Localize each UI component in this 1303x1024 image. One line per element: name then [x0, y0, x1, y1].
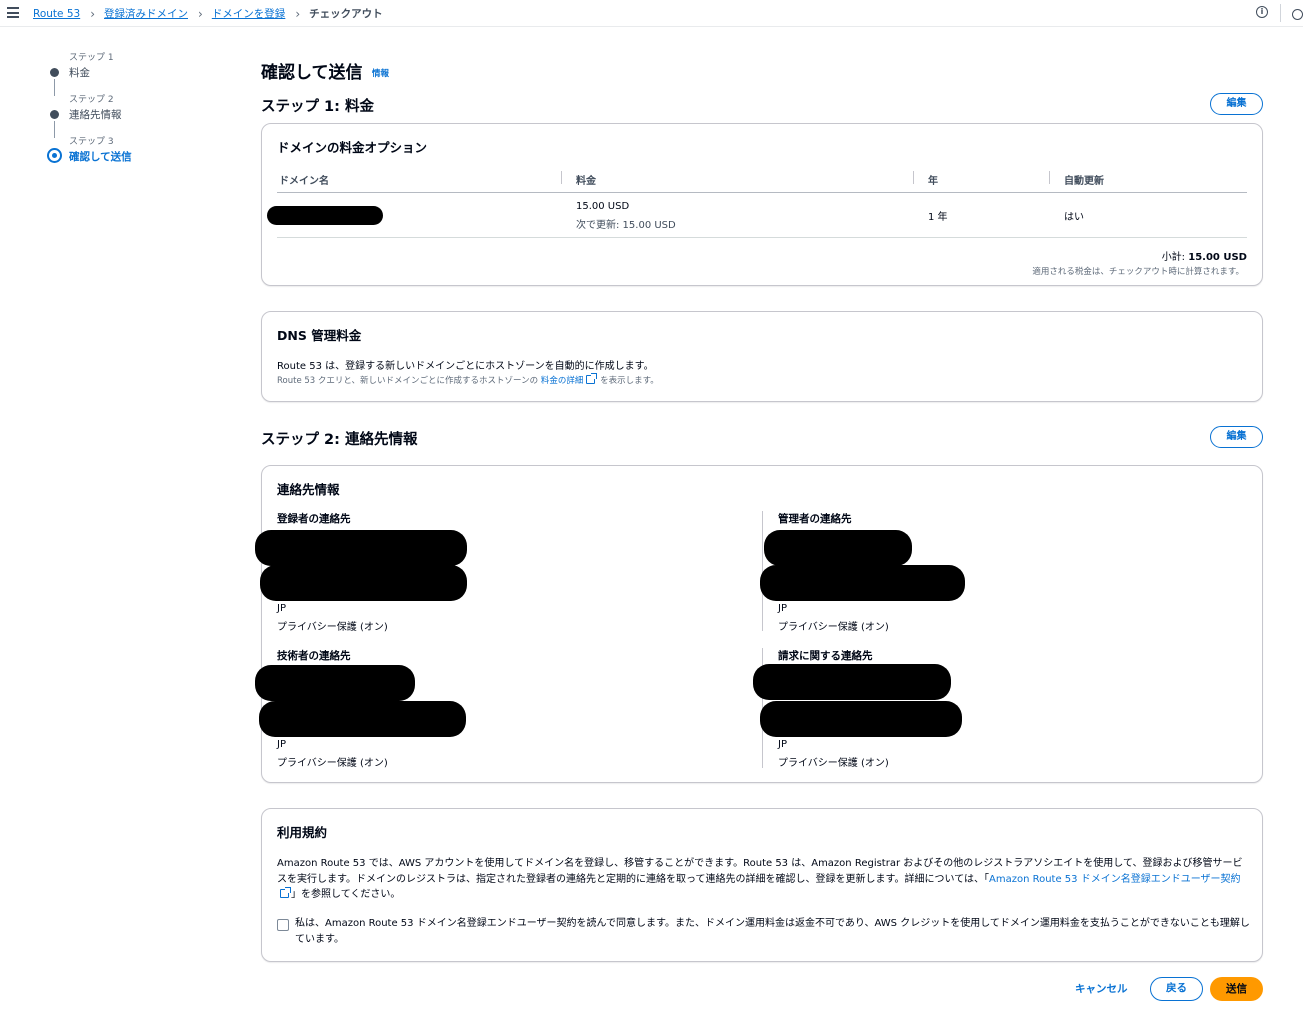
redacted-block — [760, 701, 962, 737]
cancel-button[interactable]: キャンセル — [1075, 981, 1128, 996]
admin-heading: 管理者の連絡先 — [778, 513, 852, 525]
external-link-icon[interactable] — [280, 887, 291, 898]
subtotal: 小計: 15.00 USD — [1162, 248, 1247, 263]
breadcrumb-registered-domains[interactable]: 登録済みドメイン — [104, 6, 188, 21]
divider — [1280, 4, 1281, 22]
step1-title: ステップ 1: 料金 — [261, 99, 374, 115]
tax-note: 適用される税金は、チェックアウト時に計算されます。 — [1032, 267, 1244, 277]
terms-body: Amazon Route 53 では、AWS アカウントを使用してドメイン名を登… — [277, 856, 1249, 903]
page-title: 確認して送信 — [261, 63, 363, 83]
terms-card: 利用規約 Amazon Route 53 では、AWS アカウントを使用してドメ… — [261, 808, 1263, 962]
column-divider — [1049, 171, 1050, 184]
col-header-price: 料金 — [576, 176, 596, 187]
admin-country: JP — [778, 603, 787, 614]
menu-icon[interactable] — [7, 7, 19, 18]
step-kicker: ステップ 2 — [69, 95, 114, 105]
dns-note-prefix: Route 53 クエリと、新しいドメインごとに作成するホストゾーンの — [277, 376, 539, 386]
pricing-card: ドメインの料金オプション ドメイン名 料金 年 自動更新 15.00 USD 次… — [261, 123, 1263, 286]
agree-label[interactable]: 私は、Amazon Route 53 ドメイン名登録エンドユーザー契約を読んで同… — [295, 916, 1250, 947]
terms-text-end: 」を参照してください。 — [291, 889, 401, 900]
step-kicker: ステップ 3 — [69, 137, 114, 147]
price-value: 15.00 USD — [576, 201, 630, 212]
terms-title: 利用規約 — [277, 825, 328, 840]
chevron-right-icon: › — [90, 6, 95, 21]
info-icon[interactable]: i — [1256, 6, 1268, 18]
col-header-domain: ドメイン名 — [279, 176, 329, 187]
settings-icon[interactable] — [1292, 9, 1303, 20]
column-divider — [913, 171, 914, 184]
step2-title: ステップ 2: 連絡先情報 — [261, 432, 418, 448]
years-value: 1 年 — [928, 212, 948, 223]
redacted-block — [753, 664, 951, 700]
step-kicker: ステップ 1 — [69, 53, 114, 63]
billing-privacy: プライバシー保護 (オン) — [778, 758, 889, 769]
registrant-privacy: プライバシー保護 (オン) — [277, 622, 388, 633]
breadcrumb: Route 53 › 登録済みドメイン › ドメインを登録 › チェックアウト — [33, 6, 383, 21]
step-label[interactable]: 料金 — [69, 65, 90, 80]
tech-privacy: プライバシー保護 (オン) — [277, 758, 388, 769]
subtotal-value: 15.00 USD — [1188, 252, 1247, 263]
redacted-block — [259, 701, 466, 737]
domain-name-redacted — [267, 206, 383, 225]
pricing-details-link[interactable]: 料金の詳細 — [541, 376, 584, 386]
registrant-country: JP — [277, 603, 286, 614]
col-header-auto-renew: 自動更新 — [1064, 176, 1104, 187]
info-link[interactable]: 情報 — [372, 67, 389, 79]
edit-step1-button[interactable]: 編集 — [1210, 93, 1263, 115]
step-dot-icon — [50, 110, 59, 119]
table-header-divider — [277, 192, 1247, 193]
contacts-card-title: 連絡先情報 — [277, 482, 340, 497]
breadcrumb-register-domain[interactable]: ドメインを登録 — [212, 6, 286, 21]
step-active-icon — [47, 148, 62, 163]
agree-checkbox[interactable] — [277, 919, 289, 931]
step-connector — [54, 121, 55, 138]
renewal-price: 次で更新: 15.00 USD — [576, 220, 676, 231]
col-header-years: 年 — [928, 176, 938, 187]
chevron-right-icon: › — [295, 6, 301, 21]
dns-card: DNS 管理料金 Route 53 は、登録する新しいドメインごとにホストゾーン… — [261, 311, 1263, 402]
dns-description: Route 53 は、登録する新しいドメインごとにホストゾーンを自動的に作成しま… — [277, 361, 654, 372]
column-divider — [561, 171, 562, 184]
subtotal-label: 小計: — [1161, 252, 1186, 263]
step-dot-icon — [50, 68, 59, 77]
redacted-block — [260, 565, 467, 601]
end-user-agreement-link[interactable]: Amazon Route 53 ドメイン名登録エンドユーザー契約 — [989, 874, 1241, 885]
contacts-card: 連絡先情報 登録者の連絡先 JP プライバシー保護 (オン) 管理者の連絡先 J… — [255, 465, 1263, 783]
auto-renew-value: はい — [1064, 212, 1084, 223]
dns-pricing-note: Route 53 クエリと、新しいドメインごとに作成するホストゾーンの 料金の詳… — [277, 373, 659, 386]
redacted-block — [764, 530, 912, 566]
tech-heading: 技術者の連絡先 — [277, 650, 351, 662]
back-button[interactable]: 戻る — [1150, 977, 1203, 1001]
top-bar: Route 53 › 登録済みドメイン › ドメインを登録 › チェックアウト … — [0, 0, 1303, 27]
billing-country: JP — [778, 739, 787, 750]
breadcrumb-route53[interactable]: Route 53 — [33, 8, 80, 20]
redacted-block — [255, 665, 415, 701]
table-row-divider — [277, 237, 1247, 238]
edit-step2-button[interactable]: 編集 — [1210, 426, 1263, 448]
submit-button[interactable]: 送信 — [1210, 977, 1263, 1001]
dns-note-suffix: を表示します。 — [600, 376, 659, 386]
step-label[interactable]: 連絡先情報 — [69, 107, 122, 122]
tech-country: JP — [277, 739, 286, 750]
chevron-right-icon: › — [198, 6, 203, 21]
redacted-block — [760, 565, 965, 601]
registrant-heading: 登録者の連絡先 — [277, 513, 351, 525]
step-connector — [54, 79, 55, 96]
pricing-card-title: ドメインの料金オプション — [277, 140, 428, 155]
billing-heading: 請求に関する連絡先 — [778, 650, 873, 662]
dns-card-title: DNS 管理料金 — [277, 328, 362, 343]
redacted-block — [255, 530, 467, 566]
step-label-active: 確認して送信 — [69, 151, 132, 163]
external-link-icon[interactable] — [586, 373, 598, 384]
breadcrumb-current: チェックアウト — [309, 8, 383, 20]
admin-privacy: プライバシー保護 (オン) — [778, 622, 889, 633]
